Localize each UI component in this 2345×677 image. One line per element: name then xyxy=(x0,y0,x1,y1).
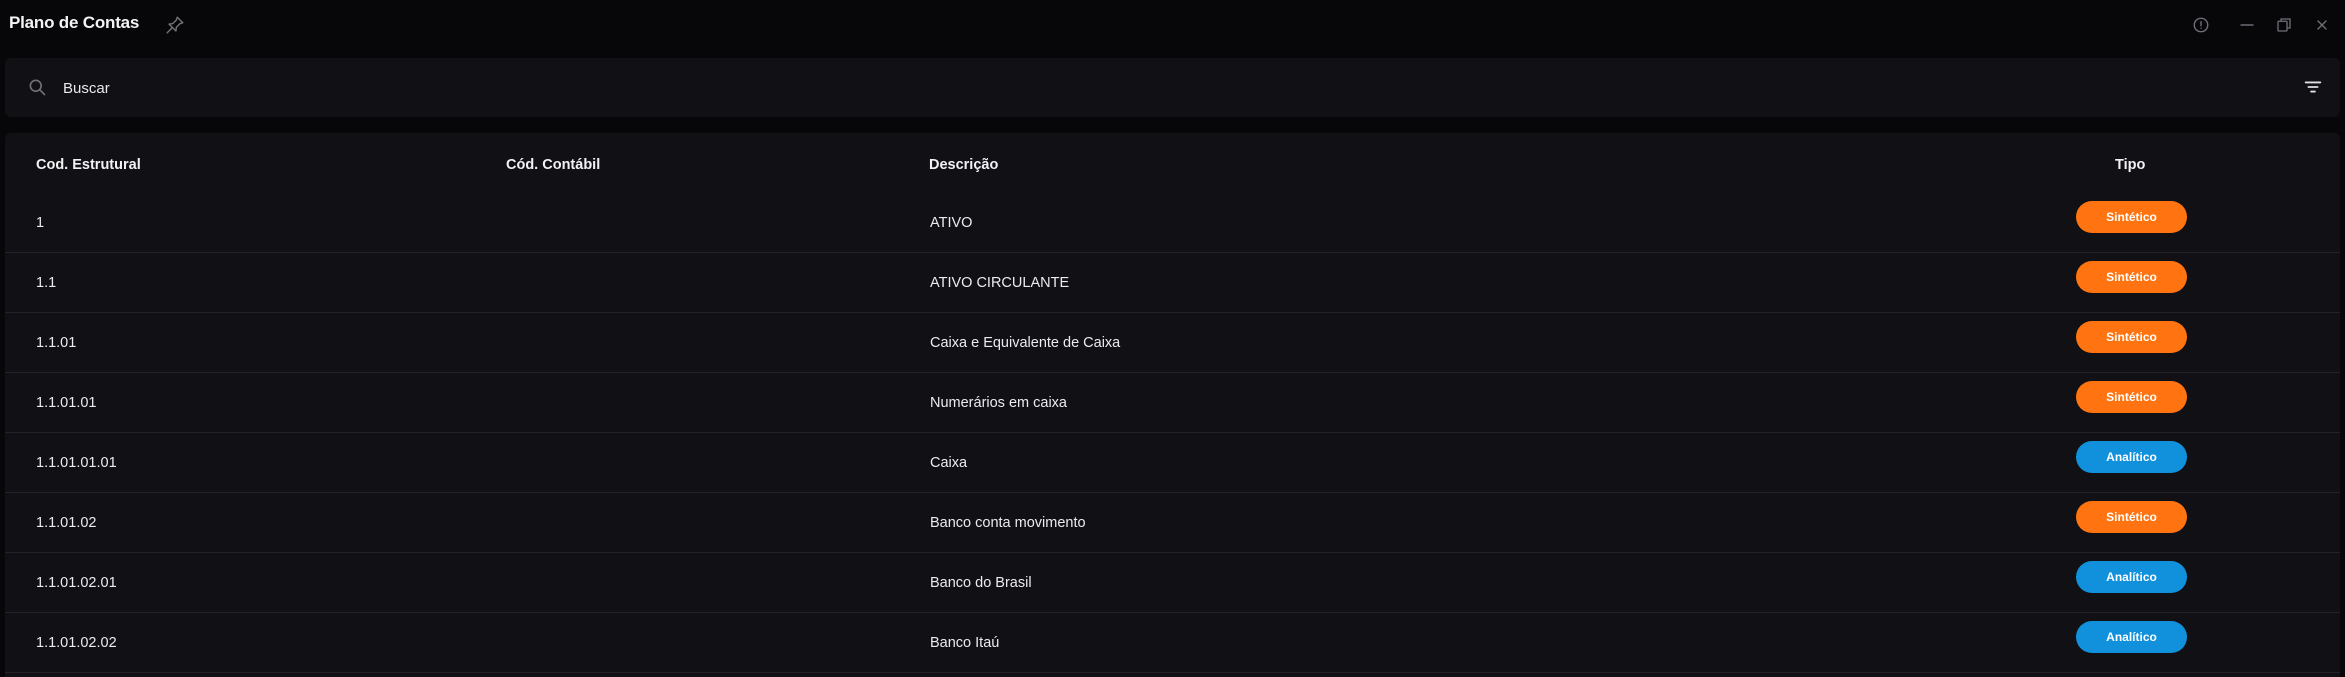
header-cod-contabil[interactable]: Cód. Contábil xyxy=(506,157,600,173)
cell-descricao: ATIVO CIRCULANTE xyxy=(930,275,1070,291)
window-title: Plano de Contas xyxy=(9,13,140,32)
restore-icon[interactable] xyxy=(2272,13,2296,37)
cell-cod-estrutural: 1.1.01.01.01 xyxy=(36,455,117,471)
minimize-icon[interactable] xyxy=(2235,13,2259,37)
search-bar xyxy=(5,58,2340,117)
tipo-badge[interactable]: Sintético xyxy=(2076,501,2187,533)
table-row[interactable]: 1.1.01.02.02 Banco Itaú Analítico xyxy=(5,613,2340,673)
cell-cod-estrutural: 1.1.01.02 xyxy=(36,515,97,531)
cell-cod-estrutural: 1.1.01.02.01 xyxy=(36,575,117,591)
cell-cod-estrutural: 1.1.01.01 xyxy=(36,395,97,411)
tipo-badge[interactable]: Sintético xyxy=(2076,321,2187,353)
table-row[interactable]: 1.1.01 Caixa e Equivalente de Caixa Sintét… xyxy=(5,313,2340,373)
accounts-table: Cod. Estrutural Cód. Contábil Descrição … xyxy=(5,133,2340,677)
header-cod-estrutural[interactable]: Cod. Estrutural xyxy=(36,157,141,173)
cell-descricao: ATIVO xyxy=(930,215,973,231)
table-row[interactable]: 1.1.01.01.01 Caixa Analítico xyxy=(5,433,2340,493)
table-row[interactable]: 1.1 ATIVO CIRCULANTE Sintético xyxy=(5,253,2340,313)
tipo-badge[interactable]: Analítico xyxy=(2076,441,2187,473)
tipo-badge[interactable]: Sintético xyxy=(2076,261,2187,293)
cell-descricao: Banco do Brasil xyxy=(930,575,1032,591)
table-row[interactable]: 1.1.01.01 Numerários em caixa Sintético xyxy=(5,373,2340,433)
cell-cod-estrutural: 1 xyxy=(36,215,45,231)
header-descricao[interactable]: Descrição xyxy=(929,157,998,173)
cell-cod-estrutural: 1.1.01 xyxy=(36,335,77,351)
title-bar: Plano de Contas xyxy=(0,0,2345,50)
cell-descricao: Banco Itaú xyxy=(930,635,1000,651)
header-tipo[interactable]: Tipo xyxy=(2115,157,2145,173)
cell-descricao: Caixa e Equivalente de Caixa xyxy=(930,335,1121,351)
search-icon xyxy=(27,77,49,99)
table-row[interactable]: 1 ATIVO Sintético xyxy=(5,193,2340,253)
cell-cod-estrutural: 1.1 xyxy=(36,275,57,291)
table-row[interactable]: 1.1.01.02.01 Banco do Brasil Analítico xyxy=(5,553,2340,613)
tipo-badge[interactable]: Sintético xyxy=(2076,381,2187,413)
cell-descricao: Caixa xyxy=(930,455,968,471)
cell-cod-estrutural: 1.1.01.02.02 xyxy=(36,635,117,651)
close-icon[interactable] xyxy=(2310,13,2334,37)
search-input[interactable] xyxy=(61,72,2261,104)
tipo-badge[interactable]: Sintético xyxy=(2076,201,2187,233)
filter-icon[interactable] xyxy=(2302,76,2326,100)
info-icon[interactable] xyxy=(2189,13,2213,37)
cell-descricao: Numerários em caixa xyxy=(930,395,1067,411)
table-header: Cod. Estrutural Cód. Contábil Descrição … xyxy=(5,133,2340,193)
table-row[interactable]: 1.1.01.02 Banco conta movimento Sintético xyxy=(5,493,2340,553)
cell-descricao: Banco conta movimento xyxy=(930,515,1086,531)
tipo-badge[interactable]: Analítico xyxy=(2076,621,2187,653)
pin-icon[interactable] xyxy=(164,14,186,36)
tipo-badge[interactable]: Analítico xyxy=(2076,561,2187,593)
